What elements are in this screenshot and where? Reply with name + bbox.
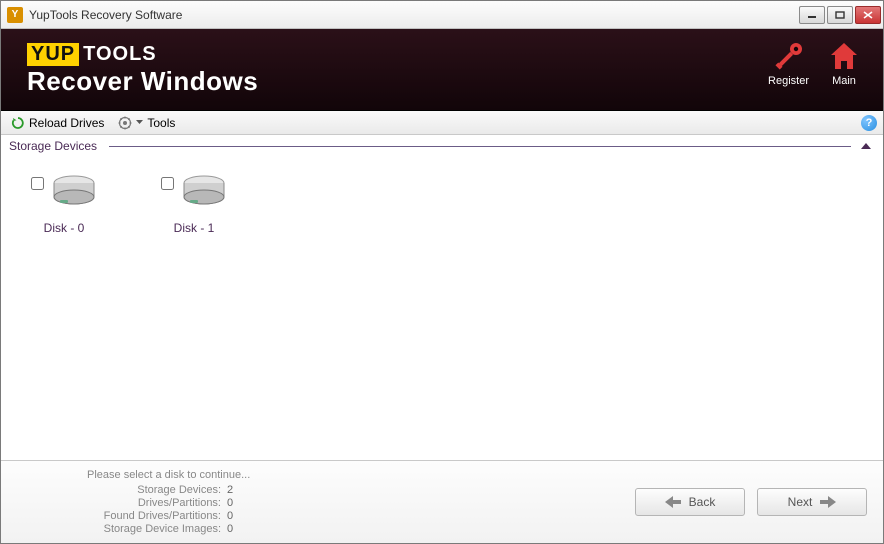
back-label: Back (689, 495, 716, 509)
device-checkbox[interactable] (31, 177, 44, 190)
stat-label: Found Drives/Partitions: (17, 510, 227, 522)
refresh-icon (11, 116, 25, 130)
brand-logo-right: TOOLS (79, 43, 159, 66)
stat-label: Drives/Partitions: (17, 497, 227, 509)
tools-label: Tools (147, 116, 175, 130)
banner-actions: Register Main (768, 39, 861, 87)
app-icon: Y (7, 7, 23, 23)
brand-logo-left: YUP (27, 43, 79, 66)
maximize-button[interactable] (827, 6, 853, 24)
window-title: YupTools Recovery Software (29, 8, 799, 22)
reload-drives-button[interactable]: Reload Drives (7, 114, 108, 132)
next-label: Next (788, 495, 813, 509)
register-label: Register (768, 75, 809, 87)
stat-value: 0 (227, 523, 233, 535)
nav-buttons: Back Next (635, 488, 867, 516)
footer: Please select a disk to continue... Stor… (1, 460, 883, 543)
register-button[interactable]: Register (768, 39, 809, 87)
header-banner: YUP TOOLS Recover Windows Register Main (1, 29, 883, 111)
device-item[interactable]: Disk - 1 (149, 173, 239, 235)
chevron-up-icon (861, 143, 871, 149)
device-label: Disk - 1 (174, 221, 215, 235)
arrow-right-icon (820, 496, 836, 508)
stat-label: Storage Devices: (17, 484, 227, 496)
main-button[interactable]: Main (827, 39, 861, 87)
device-list: Disk - 0 Disk - 1 (1, 157, 883, 460)
minimize-button[interactable] (799, 6, 825, 24)
main-label: Main (832, 75, 856, 87)
section-header: Storage Devices (1, 135, 883, 157)
stat-label: Storage Device Images: (17, 523, 227, 535)
device-label: Disk - 0 (44, 221, 85, 235)
close-button[interactable] (855, 6, 881, 24)
stat-value: 0 (227, 497, 233, 509)
brand-subtitle: Recover Windows (27, 66, 258, 97)
stat-value: 2 (227, 484, 233, 496)
home-icon (827, 39, 861, 73)
hard-drive-icon (50, 173, 98, 209)
brand-logo: YUP TOOLS (27, 43, 258, 66)
tools-menu[interactable]: Tools (114, 114, 179, 132)
device-item[interactable]: Disk - 0 (19, 173, 109, 235)
window-controls (799, 6, 881, 24)
titlebar: Y YupTools Recovery Software (1, 1, 883, 29)
reload-label: Reload Drives (29, 116, 104, 130)
next-button[interactable]: Next (757, 488, 867, 516)
key-icon (772, 39, 806, 73)
gear-icon (118, 116, 132, 130)
app-window: Y YupTools Recovery Software YUP TOOLS R… (0, 0, 884, 544)
toolbar: Reload Drives Tools ? (1, 111, 883, 135)
hard-drive-icon (180, 173, 228, 209)
help-button[interactable]: ? (861, 115, 877, 131)
device-checkbox[interactable] (161, 177, 174, 190)
chevron-down-icon (136, 120, 143, 125)
brand-block: YUP TOOLS Recover Windows (27, 43, 258, 97)
status-panel: Please select a disk to continue... Stor… (17, 469, 635, 535)
section-title: Storage Devices (9, 139, 97, 153)
arrow-left-icon (665, 496, 681, 508)
collapse-toggle[interactable] (857, 143, 875, 149)
back-button[interactable]: Back (635, 488, 745, 516)
stat-value: 0 (227, 510, 233, 522)
section-divider (109, 146, 851, 147)
status-message: Please select a disk to continue... (87, 469, 635, 481)
